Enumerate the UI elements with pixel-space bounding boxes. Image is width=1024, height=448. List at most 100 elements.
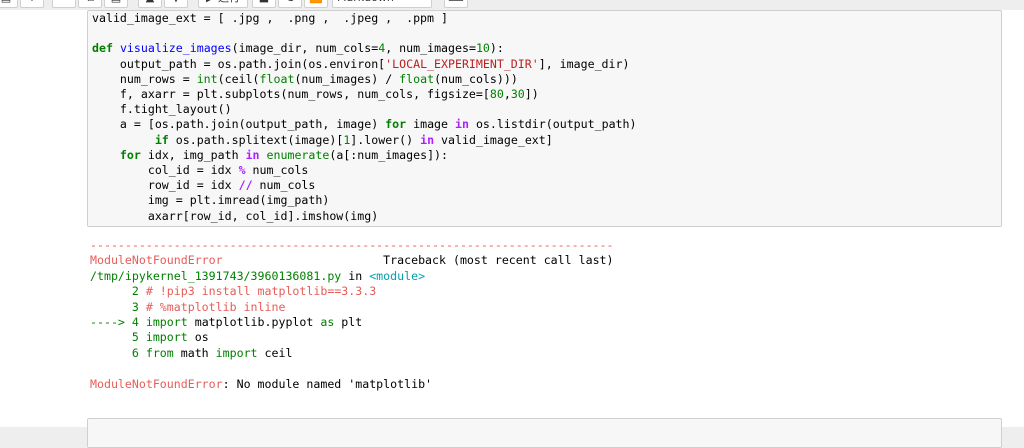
code-line: img = plt.imread(img_path) (92, 193, 637, 208)
move-up-button[interactable]: ▲ (138, 0, 162, 8)
code-token: axarr[row_id, col_id].imshow(img) (92, 208, 379, 223)
command-palette-button[interactable]: ⌨ (444, 0, 468, 8)
code-token: os.path.splitext(image)[ (168, 132, 344, 147)
output-line: ----> 4 import matplotlib.pyplot as plt (90, 315, 614, 330)
code-token: num_cols (245, 163, 309, 178)
code-line: def visualize_images(image_dir, num_cols… (92, 41, 637, 56)
code-token: a = [os.path.join(output_path, image) (92, 117, 386, 132)
save-button[interactable]: ▤ (0, 0, 18, 8)
code-token: import (145, 330, 188, 345)
code-token: % (238, 163, 246, 178)
move-down-button[interactable]: ▼ (164, 0, 188, 8)
code-token: (num_cols))) (434, 71, 518, 86)
code-token: math (173, 345, 216, 360)
code-token: 10 (475, 41, 490, 56)
notebook-page: valid_image_ext = [ .jpg , .png , .jpeg … (0, 10, 1024, 448)
code-token: num_rows = (92, 71, 197, 86)
code-token: def (92, 41, 113, 56)
code-token: : No module named 'matplotlib' (222, 376, 433, 391)
code-token: // (238, 178, 253, 193)
output-line: ----------------------------------------… (90, 238, 614, 253)
code-token: 'LOCAL_EXPERIMENT_DIR' (385, 56, 539, 71)
code-line: row_id = idx // num_cols (92, 178, 637, 193)
code-line: a = [os.path.join(output_path, image) fo… (92, 117, 637, 132)
code-editor[interactable]: valid_image_ext = [ .jpg , .png , .jpeg … (92, 11, 637, 224)
code-token: 5 (90, 330, 146, 345)
output-line: 3 # %matplotlib inline (90, 300, 614, 315)
code-token: ----------------------------------------… (90, 238, 614, 252)
output-line: /tmp/ipykernel_1391743/3960136081.py in … (90, 269, 614, 284)
cut-cell-button[interactable]: ✂ (52, 0, 76, 8)
copy-cell-button[interactable]: ⧉ (78, 0, 102, 8)
code-token: from (145, 345, 174, 360)
code-token: ], image_dir) (538, 56, 630, 71)
paste-cell-button[interactable]: ▤ (104, 0, 128, 8)
code-line: axarr[row_id, col_id].imshow(img) (92, 209, 637, 224)
code-token: idx, img_path (140, 147, 246, 162)
cell-type-select[interactable]: Markdown (332, 0, 432, 8)
code-token: valid_image_ext = [ .jpg , .png , .jpeg … (92, 11, 448, 25)
code-line: num_rows = int(ceil(float(num_images) / … (92, 72, 637, 87)
output-line: 5 import os (90, 330, 614, 345)
code-token: for (385, 117, 407, 132)
cell-output-traceback: ----------------------------------------… (90, 238, 614, 392)
code-token: matplotlib.pyplot (187, 315, 321, 330)
next-code-cell[interactable] (87, 418, 1002, 448)
code-line: f, axarr = plt.subplots(num_rows, num_co… (92, 87, 637, 102)
code-token: , num_images= (385, 41, 476, 56)
output-line: ModuleNotFoundError Traceback (most rece… (90, 253, 614, 268)
code-token: for (119, 147, 141, 162)
code-token: ): (489, 41, 504, 56)
code-token: int (196, 71, 218, 86)
code-token: import (145, 315, 188, 330)
code-token: 3 (90, 299, 146, 314)
stop-button[interactable]: ■ (252, 0, 276, 8)
code-token: float (399, 71, 435, 86)
code-token: row_id = idx (92, 178, 239, 193)
code-token: (image_dir, num_cols= (231, 41, 379, 56)
restart-button[interactable]: C (278, 0, 302, 8)
code-line: col_id = idx % num_cols (92, 163, 637, 178)
code-line: output_path = os.path.join(os.environ['L… (92, 57, 637, 72)
insert-cell-button[interactable]: + (20, 0, 44, 8)
code-token: 80 (489, 87, 504, 102)
code-line: for idx, img_path in enumerate(a[:num_im… (92, 148, 637, 163)
code-token: if (154, 132, 169, 147)
code-token: <module> (369, 268, 426, 283)
output-line: 6 from math import ceil (90, 346, 614, 361)
code-token: # %matplotlib inline (145, 299, 286, 314)
code-line: valid_image_ext = [ .jpg , .png , .jpeg … (92, 11, 637, 26)
code-token: (num_images) / (294, 71, 400, 86)
code-token: in (341, 268, 370, 283)
output-line: ModuleNotFoundError: No module named 'ma… (90, 377, 614, 392)
restart-run-all-button[interactable]: ⏩ (304, 0, 328, 8)
code-token: 2 (90, 284, 146, 299)
output-line: 2 # !pip3 install matplotlib==3.3.3 (90, 284, 614, 299)
code-token: 6 (90, 345, 146, 360)
code-token: in (455, 117, 469, 132)
code-token: in (245, 147, 260, 162)
run-button[interactable]: ▶ 运行 (198, 0, 248, 8)
code-token: ].lower() (350, 132, 421, 147)
code-token: , (503, 87, 511, 102)
code-token: ----> 4 (90, 315, 146, 330)
code-token: # !pip3 install matplotlib==3.3.3 (145, 284, 377, 299)
code-token: os (187, 330, 209, 345)
code-token: import (215, 345, 258, 360)
code-token: image (406, 117, 455, 132)
code-token: as (320, 315, 335, 330)
code-token: ]) (524, 87, 539, 102)
code-token: valid_image_ext] (434, 132, 553, 147)
code-token: f, axarr = plt.subplots(num_rows, num_co… (92, 87, 490, 102)
code-token: output_path = os.path.join(os.environ[ (92, 56, 386, 71)
code-cell-input[interactable]: valid_image_ext = [ .jpg , .png , .jpeg … (87, 10, 1002, 227)
code-token: plt (334, 315, 363, 330)
code-token: col_id = idx (92, 163, 239, 178)
code-token: num_cols (252, 178, 316, 193)
code-line: f.tight_layout() (92, 102, 637, 117)
code-token: 30 (510, 87, 525, 102)
